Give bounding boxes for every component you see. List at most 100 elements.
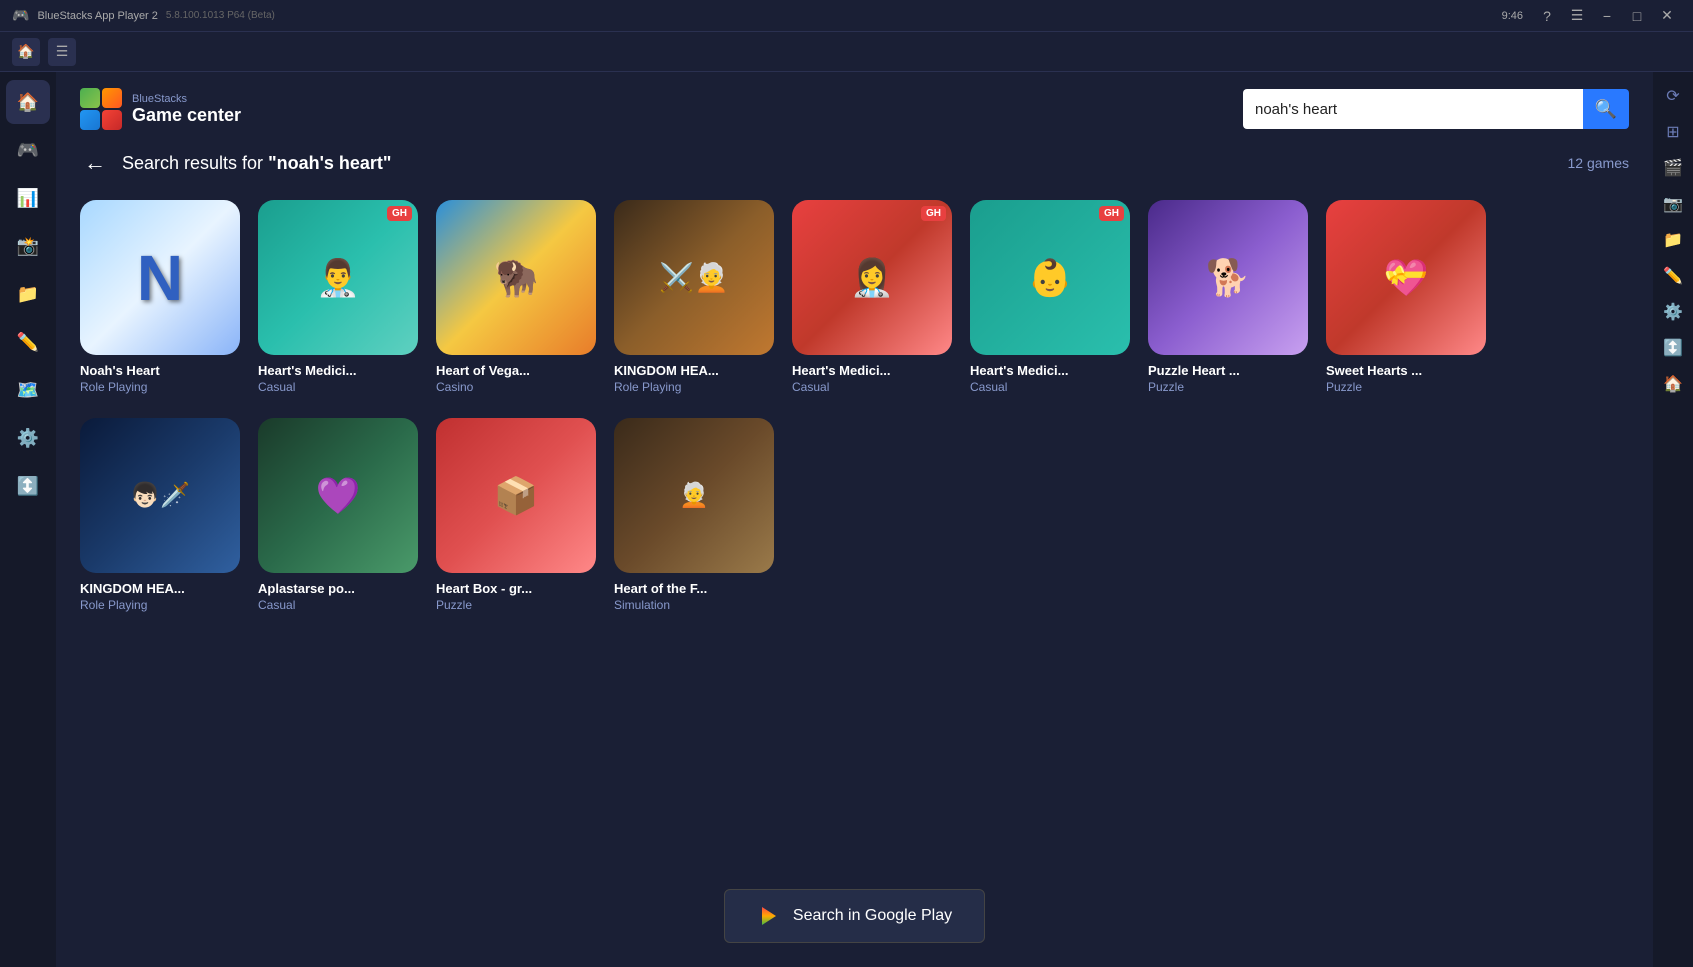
close-button[interactable]: ✕ — [1653, 5, 1681, 27]
maximize-button[interactable]: □ — [1623, 5, 1651, 27]
game-card-hearts-medici-3[interactable]: 👶 GH Heart's Medici... Casual — [970, 200, 1130, 394]
game-name-kingdom1: KINGDOM HEA... — [614, 363, 774, 378]
google-play-icon — [757, 904, 781, 928]
back-button[interactable]: ← — [80, 146, 110, 180]
game-card-hearts-medici-2[interactable]: 👩‍⚕️ GH Heart's Medici... Casual — [792, 200, 952, 394]
content-area: BlueStacks Game center 🔍 ← Search result… — [56, 72, 1653, 967]
sidebar-item-camera[interactable]: 📸 — [6, 224, 50, 268]
help-button[interactable]: ? — [1533, 5, 1561, 27]
app-icon: 🎮 — [12, 7, 29, 24]
game-genre-aplastarse: Casual — [258, 598, 418, 612]
google-play-button[interactable]: Search in Google Play — [724, 889, 985, 943]
game-genre-kingdom2: Role Playing — [80, 598, 240, 612]
game-thumbnail-aplastarse: 💜 — [258, 418, 418, 573]
sidebar-item-games[interactable]: 🎮 — [6, 128, 50, 172]
right-sidebar-refresh[interactable]: ⟳ — [1657, 80, 1689, 112]
brand-label: BlueStacks — [132, 93, 241, 105]
game-name-hearts-medici-2: Heart's Medici... — [792, 363, 952, 378]
time-display: 9:46 — [1502, 10, 1523, 22]
game-name-hearts-medici-1: Heart's Medici... — [258, 363, 418, 378]
right-sidebar-resize[interactable]: ↕️ — [1657, 332, 1689, 364]
game-thumbnail-hearts-medici-1: 👨‍⚕️ GH — [258, 200, 418, 355]
games-grid: N Noah's Heart Role Playing 👨‍⚕️ GH Hear… — [56, 192, 1653, 869]
header: BlueStacks Game center 🔍 — [56, 72, 1653, 142]
game-card-kingdom2[interactable]: 👦🏻🗡️ KINGDOM HEA... Role Playing — [80, 418, 240, 612]
game-thumbnail-hearts-medici-3: 👶 GH — [970, 200, 1130, 355]
sidebar-item-map[interactable]: 🗺️ — [6, 368, 50, 412]
game-name-heart-fox: Heart of the F... — [614, 581, 774, 596]
app-version: 5.8.100.1013 P64 (Beta) — [166, 10, 275, 21]
game-genre-heart-fox: Simulation — [614, 598, 774, 612]
game-genre-heart-box: Puzzle — [436, 598, 596, 612]
game-card-sweet-hearts[interactable]: 💝 Sweet Hearts ... Puzzle — [1326, 200, 1486, 394]
sidebar-item-home[interactable]: 🏠 — [6, 80, 50, 124]
game-center-label: Game center — [132, 105, 241, 126]
game-name-heart-box: Heart Box - gr... — [436, 581, 596, 596]
game-genre-noahs-heart: Role Playing — [80, 380, 240, 394]
right-sidebar-grid[interactable]: ⊞ — [1657, 116, 1689, 148]
sidebar-item-edit[interactable]: ✏️ — [6, 320, 50, 364]
kingdom2-art: 👦🏻🗡️ — [80, 418, 240, 573]
noahs-heart-art: N — [80, 200, 240, 355]
bluestacks-icons — [80, 88, 122, 130]
bs-icon-4 — [102, 110, 122, 130]
game-card-heart-fox[interactable]: 🧑‍🦳 Heart of the F... Simulation — [614, 418, 774, 612]
right-sidebar-folder[interactable]: 📁 — [1657, 224, 1689, 256]
sidebar-item-settings[interactable]: ⚙️ — [6, 416, 50, 460]
game-card-heart-vega[interactable]: 🦬 Heart of Vega... Casino — [436, 200, 596, 394]
game-thumbnail-heart-fox: 🧑‍🦳 — [614, 418, 774, 573]
search-button[interactable]: 🔍 — [1583, 89, 1629, 129]
hearts-medici-3-art: 👶 — [970, 200, 1130, 355]
game-card-noahs-heart[interactable]: N Noah's Heart Role Playing — [80, 200, 240, 394]
game-name-hearts-medici-3: Heart's Medici... — [970, 363, 1130, 378]
game-name-noahs-heart: Noah's Heart — [80, 363, 240, 378]
game-genre-puzzle-heart: Puzzle — [1148, 380, 1308, 394]
game-name-heart-vega: Heart of Vega... — [436, 363, 596, 378]
games-count: 12 games — [1568, 155, 1629, 171]
left-sidebar: 🏠 🎮 📊 📸 📁 ✏️ 🗺️ ⚙️ ↕️ — [0, 72, 56, 967]
bs-icon-1 — [80, 88, 100, 108]
results-title: Search results for "noah's heart" — [122, 153, 391, 174]
right-sidebar-settings[interactable]: ⚙️ — [1657, 296, 1689, 328]
sidebar-item-resize[interactable]: ↕️ — [6, 464, 50, 508]
puzzle-heart-art: 🐕 — [1148, 200, 1308, 355]
aplastarse-art: 💜 — [258, 418, 418, 573]
hearts-medici-2-art: 👩‍⚕️ — [792, 200, 952, 355]
game-card-puzzle-heart[interactable]: 🐕 Puzzle Heart ... Puzzle — [1148, 200, 1308, 394]
game-thumbnail-noahs-heart: N — [80, 200, 240, 355]
search-bar-container: 🔍 — [1243, 89, 1629, 129]
toolbar-menu-icon[interactable]: ☰ — [48, 38, 76, 66]
game-genre-kingdom1: Role Playing — [614, 380, 774, 394]
game-thumbnail-kingdom1: ⚔️🧑‍🦳 — [614, 200, 774, 355]
game-card-kingdom1[interactable]: ⚔️🧑‍🦳 KINGDOM HEA... Role Playing — [614, 200, 774, 394]
game-card-hearts-medici-1[interactable]: 👨‍⚕️ GH Heart's Medici... Casual — [258, 200, 418, 394]
hearts-medici-1-art: 👨‍⚕️ — [258, 200, 418, 355]
heart-fox-art: 🧑‍🦳 — [614, 418, 774, 573]
game-genre-hearts-medici-2: Casual — [792, 380, 952, 394]
game-card-aplastarse[interactable]: 💜 Aplastarse po... Casual — [258, 418, 418, 612]
right-sidebar-edit[interactable]: ✏️ — [1657, 260, 1689, 292]
game-card-heart-box[interactable]: 📦 Heart Box - gr... Puzzle — [436, 418, 596, 612]
right-sidebar-home[interactable]: 🏠 — [1657, 368, 1689, 400]
game-thumbnail-heart-box: 📦 — [436, 418, 596, 573]
minimize-button[interactable]: − — [1593, 5, 1621, 27]
bs-icon-3 — [80, 110, 100, 130]
game-genre-heart-vega: Casino — [436, 380, 596, 394]
search-input[interactable] — [1243, 89, 1583, 129]
menu-button[interactable]: ☰ — [1563, 5, 1591, 27]
game-genre-hearts-medici-3: Casual — [970, 380, 1130, 394]
heart-box-art: 📦 — [436, 418, 596, 573]
right-sidebar-camera[interactable]: 📷 — [1657, 188, 1689, 220]
toolbar-home-icon[interactable]: 🏠 — [12, 38, 40, 66]
bs-icon-2 — [102, 88, 122, 108]
game-thumbnail-sweet-hearts: 💝 — [1326, 200, 1486, 355]
game-name-sweet-hearts: Sweet Hearts ... — [1326, 363, 1486, 378]
toolbar: 🏠 ☰ — [0, 32, 1693, 72]
right-sidebar-video[interactable]: 🎬 — [1657, 152, 1689, 184]
game-thumbnail-hearts-medici-2: 👩‍⚕️ GH — [792, 200, 952, 355]
games-row-2: 👦🏻🗡️ KINGDOM HEA... Role Playing 💜 Aplas… — [80, 418, 1629, 612]
sidebar-item-files[interactable]: 📁 — [6, 272, 50, 316]
main-container: 🏠 🎮 📊 📸 📁 ✏️ 🗺️ ⚙️ ↕️ — [0, 72, 1693, 967]
sidebar-item-stats[interactable]: 📊 — [6, 176, 50, 220]
game-thumbnail-puzzle-heart: 🐕 — [1148, 200, 1308, 355]
